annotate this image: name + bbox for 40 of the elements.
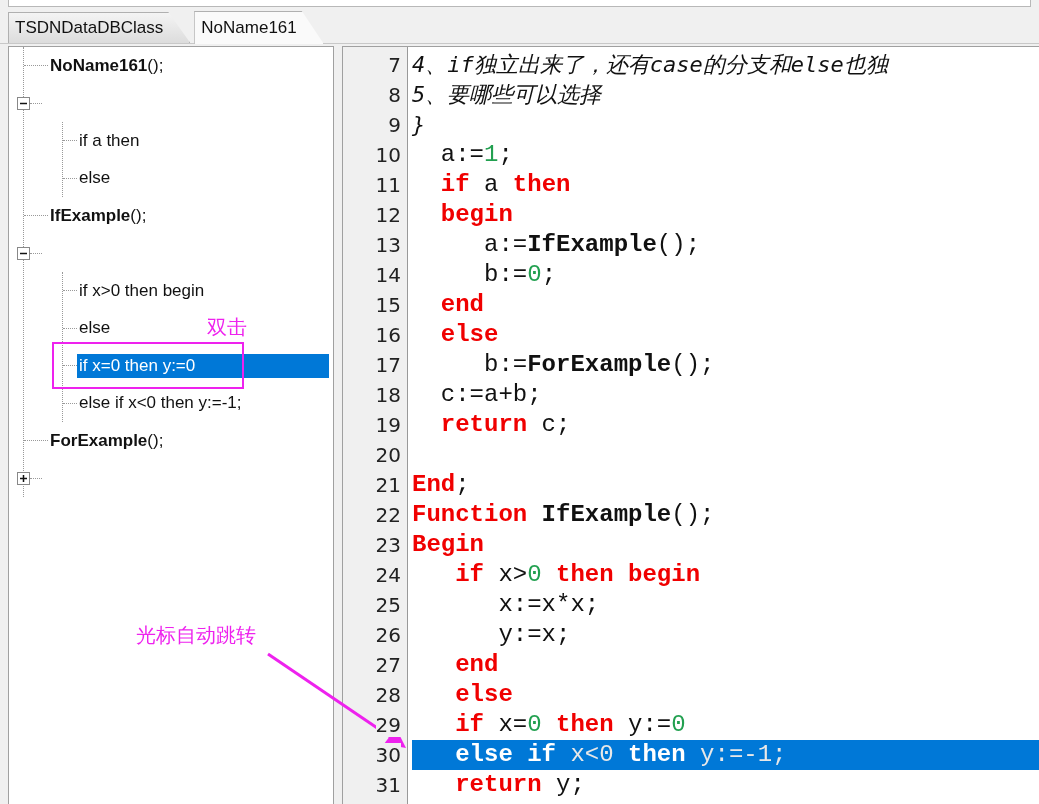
outline-item[interactable]: IfExample(); (48, 203, 149, 228)
code-line: end (439, 290, 485, 320)
code-line: end (454, 650, 500, 680)
expand-icon[interactable] (17, 471, 30, 485)
outline-item[interactable]: if x=0 then y:=0 (77, 353, 329, 378)
outline-item[interactable]: if x>0 then begin (77, 278, 207, 303)
code-line: End; (412, 470, 471, 500)
code-editor[interactable] (342, 46, 1039, 804)
outline-item[interactable]: if a then (77, 128, 142, 153)
outline-item[interactable]: else (77, 166, 113, 191)
code-line: return c; (439, 410, 572, 440)
code-line: if a then (439, 170, 572, 200)
code-line: if x=0 then y:=0 (454, 710, 687, 740)
code-line: c:=a+b; (439, 380, 543, 410)
code-line: a:=1; (439, 140, 514, 170)
code-line: x:=x*x; (497, 590, 601, 620)
code-line: } (412, 111, 427, 139)
collapse-icon[interactable] (17, 96, 30, 110)
tab[interactable]: TSDNDataDBClass (8, 12, 191, 43)
code-line: else (454, 680, 514, 710)
code-line: b:=0; (483, 260, 558, 290)
outline-item[interactable]: ForExample(); (48, 428, 166, 453)
tab[interactable]: NoName161 (194, 11, 324, 44)
code-line: 5、要哪些可以选择 (412, 81, 604, 109)
code-line: begin (439, 200, 514, 230)
code-line: y:=x; (497, 620, 572, 650)
code-line: b:=ForExample(); (483, 350, 716, 380)
code-line: a:=IfExample(); (483, 230, 702, 260)
outline-item[interactable]: NoName161(); (48, 53, 166, 78)
collapse-icon[interactable] (17, 246, 30, 260)
code-line: else (439, 320, 500, 350)
code-line: 4、if独立出来了，还有case的分支和else也独 (412, 51, 891, 79)
code-line: Function IfExample(); (412, 500, 716, 530)
annotation-label: 光标自动跳转 (136, 622, 256, 649)
annotation-label: 双击 (207, 314, 247, 341)
outline-item[interactable]: else (77, 316, 113, 341)
code-line: return y; (454, 770, 586, 800)
code-line: Begin (412, 530, 485, 560)
code-line: if x>0 then begin (454, 560, 702, 590)
outline-item[interactable]: else if x<0 then y:=-1; (77, 391, 244, 416)
